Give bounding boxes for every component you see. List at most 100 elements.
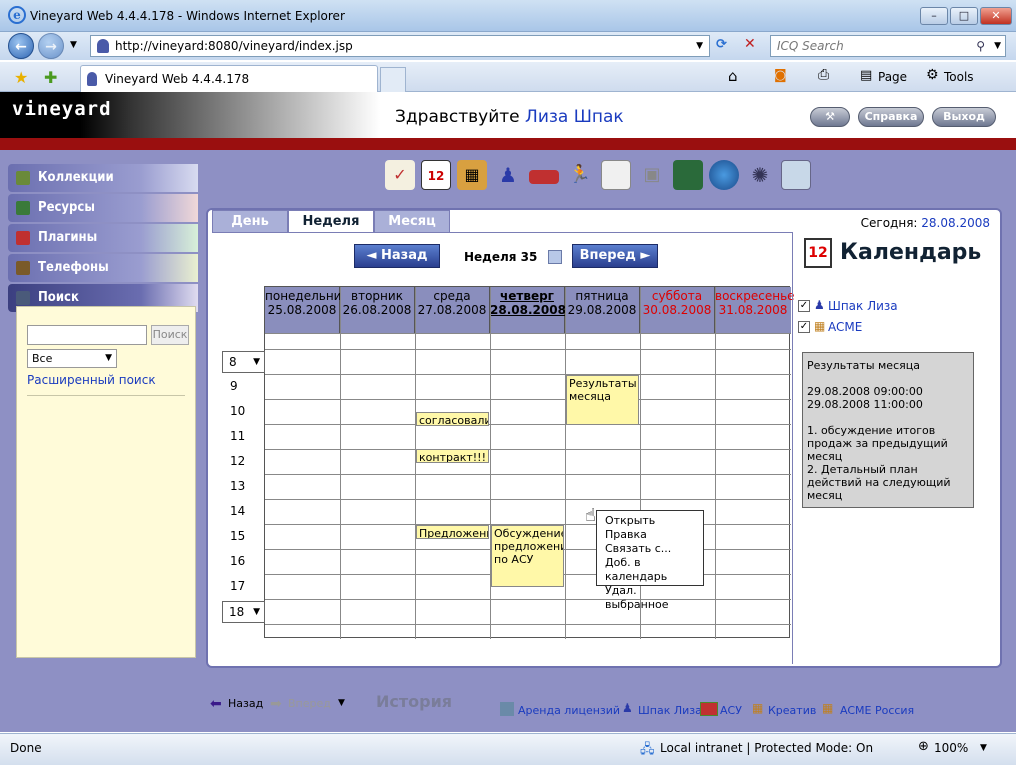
notebook-icon[interactable]	[673, 160, 703, 190]
zoom-dropdown-icon[interactable]: ▼	[980, 743, 987, 753]
sidebar-item-resources[interactable]: Ресурсы	[8, 194, 198, 222]
bottom-link-shpak[interactable]: Шпак Лиза	[638, 704, 702, 717]
tab-week[interactable]: Неделя	[288, 210, 374, 232]
settings-tools-button[interactable]: ⚒	[810, 107, 850, 127]
exit-button[interactable]: Выход	[932, 107, 996, 127]
url-dropdown-icon[interactable]: ▼	[696, 36, 703, 56]
minimize-button[interactable]: –	[920, 7, 948, 25]
url-input[interactable]: http://vineyard:8080/vineyard/index.jsp …	[90, 35, 710, 57]
bottom-link-creative[interactable]: Креатив	[768, 704, 816, 717]
calendar-checkbox-shpak[interactable]: ✓	[798, 300, 810, 312]
menu-item-open[interactable]: Открыть	[605, 514, 703, 528]
week-picker-icon[interactable]	[548, 250, 562, 264]
print-icon[interactable]: ⎙	[818, 67, 829, 83]
zoom-level[interactable]: 100%	[934, 741, 968, 755]
event-agreed[interactable]: согласовали	[416, 412, 489, 426]
search-icon[interactable]: ⚲	[976, 36, 985, 56]
tab-month[interactable]: Месяц	[374, 210, 450, 232]
new-tab-button[interactable]	[380, 67, 406, 92]
person-icon[interactable]: ♟	[493, 160, 523, 190]
page-menu[interactable]: Page	[878, 70, 907, 84]
back-nav-button[interactable]: ←	[8, 33, 34, 59]
forward-nav-button[interactable]: →	[38, 33, 64, 59]
browser-tab[interactable]: Vineyard Web 4.4.4.178	[80, 65, 378, 92]
network-icon[interactable]	[781, 160, 811, 190]
day-header-thu[interactable]: четверг 28.08.2008	[490, 287, 566, 333]
event-month-results[interactable]: Результаты месяца	[566, 375, 639, 425]
back-arrow-icon[interactable]: ⬅	[210, 696, 222, 712]
favorites-star-icon[interactable]: ★	[14, 68, 28, 87]
home-icon[interactable]: ⌂	[728, 67, 738, 85]
book-icon[interactable]	[529, 170, 559, 184]
search-input[interactable]: ICQ Search ⚲ ▼	[770, 35, 1006, 57]
grid-line	[265, 333, 791, 334]
history-dropdown-icon[interactable]: ▼	[338, 698, 345, 708]
search-magnifier-icon	[16, 291, 30, 305]
start-hour-select[interactable]: 8 ▼	[222, 351, 265, 373]
day-header-fri[interactable]: пятница 29.08.2008	[565, 287, 640, 333]
security-zone[interactable]: Local intranet | Protected Mode: On	[660, 741, 873, 755]
add-favorites-icon[interactable]: ✚	[44, 68, 57, 87]
next-week-button[interactable]: Вперед ►	[572, 244, 658, 268]
bottom-link-licenses[interactable]: Аренда лицензий	[518, 704, 620, 717]
menu-item-link[interactable]: Связать с...	[605, 542, 703, 556]
search-dropdown-icon[interactable]: ▼	[994, 36, 1001, 56]
bottom-link-acme-russia[interactable]: ACME Россия	[840, 704, 914, 717]
menu-item-edit[interactable]: Правка	[605, 528, 703, 542]
prev-week-button[interactable]: ◄ Назад	[354, 244, 440, 268]
search-scope-select[interactable]: Все ▼	[27, 349, 117, 368]
sidebar-search-button[interactable]: Поиск	[151, 325, 189, 345]
calendar-checkbox-acme[interactable]: ✓	[798, 321, 810, 333]
plugins-icon	[16, 231, 30, 245]
day-header-sat[interactable]: суббота 30.08.2008	[640, 287, 715, 333]
day-header-sun[interactable]: воскресенье 31.08.2008	[715, 287, 795, 333]
week-grid: понедельник 25.08.2008 вторник 26.08.2008 …	[222, 286, 795, 639]
todo-icon[interactable]: ✓	[385, 160, 415, 190]
stop-icon[interactable]: ✕	[744, 36, 756, 52]
feeds-icon[interactable]: ◙	[774, 68, 787, 83]
url-text: http://vineyard:8080/vineyard/index.jsp	[115, 39, 353, 53]
history-dropdown-icon[interactable]: ▼	[70, 40, 77, 50]
calendar-link-acme[interactable]: ACME	[828, 320, 862, 334]
day-header-tue[interactable]: вторник 26.08.2008	[340, 287, 415, 333]
event-proposals[interactable]: Предложени	[416, 525, 489, 539]
day-header-mon[interactable]: понедельник 25.08.2008	[265, 287, 349, 333]
help-button[interactable]: Справка	[858, 107, 924, 127]
calendar-icon[interactable]: 12	[421, 160, 451, 190]
advanced-search-link[interactable]: Расширенный поиск	[27, 373, 156, 387]
user-name-link[interactable]: Лиза Шпак	[525, 107, 624, 127]
boxes-icon[interactable]: ▣	[637, 160, 667, 190]
grid-line	[265, 374, 791, 375]
end-hour-select[interactable]: 18 ▼	[222, 601, 265, 623]
event-asu-discussion[interactable]: Обсуждение предложени по АСУ	[491, 525, 564, 587]
grid-line	[265, 474, 791, 475]
search-placeholder: ICQ Search	[777, 39, 844, 53]
compass-icon[interactable]: ✺	[745, 160, 775, 190]
tab-day[interactable]: День	[212, 210, 288, 232]
sidebar-item-collections[interactable]: Коллекции	[8, 164, 198, 192]
day-date: 27.08.2008	[417, 303, 487, 317]
menu-item-delete[interactable]: Удал. выбранное	[605, 584, 703, 612]
day-header-wed[interactable]: среда 27.08.2008	[415, 287, 490, 333]
end-hour-value: 18	[229, 605, 245, 619]
event-contract[interactable]: контракт!!!	[416, 449, 489, 463]
bottom-link-asu[interactable]: АСУ	[720, 704, 742, 717]
building-icon[interactable]: ▦	[457, 160, 487, 190]
calendar-link-shpak[interactable]: Шпак Лиза	[828, 299, 898, 313]
week-label: Неделя 35	[464, 250, 538, 264]
tools-menu[interactable]: Tools	[944, 70, 974, 84]
today-date-link[interactable]: 28.08.2008	[921, 216, 990, 230]
sidebar-search-input[interactable]	[27, 325, 147, 345]
globe-icon[interactable]	[709, 160, 739, 190]
sidebar-item-plugins[interactable]: Плагины	[8, 224, 198, 252]
person-icon: ♟	[622, 701, 633, 715]
run-icon[interactable]: 🏃	[565, 160, 595, 190]
history-back-link[interactable]: Назад	[228, 697, 263, 710]
refresh-icon[interactable]: ⟳	[716, 37, 727, 52]
maximize-button[interactable]: □	[950, 7, 978, 25]
document-icon[interactable]	[601, 160, 631, 190]
sidebar-item-phones[interactable]: Телефоны	[8, 254, 198, 282]
close-button[interactable]: ✕	[980, 7, 1012, 25]
grid-line	[265, 424, 791, 425]
menu-item-add-to-calendar[interactable]: Доб. в календарь	[605, 556, 703, 584]
